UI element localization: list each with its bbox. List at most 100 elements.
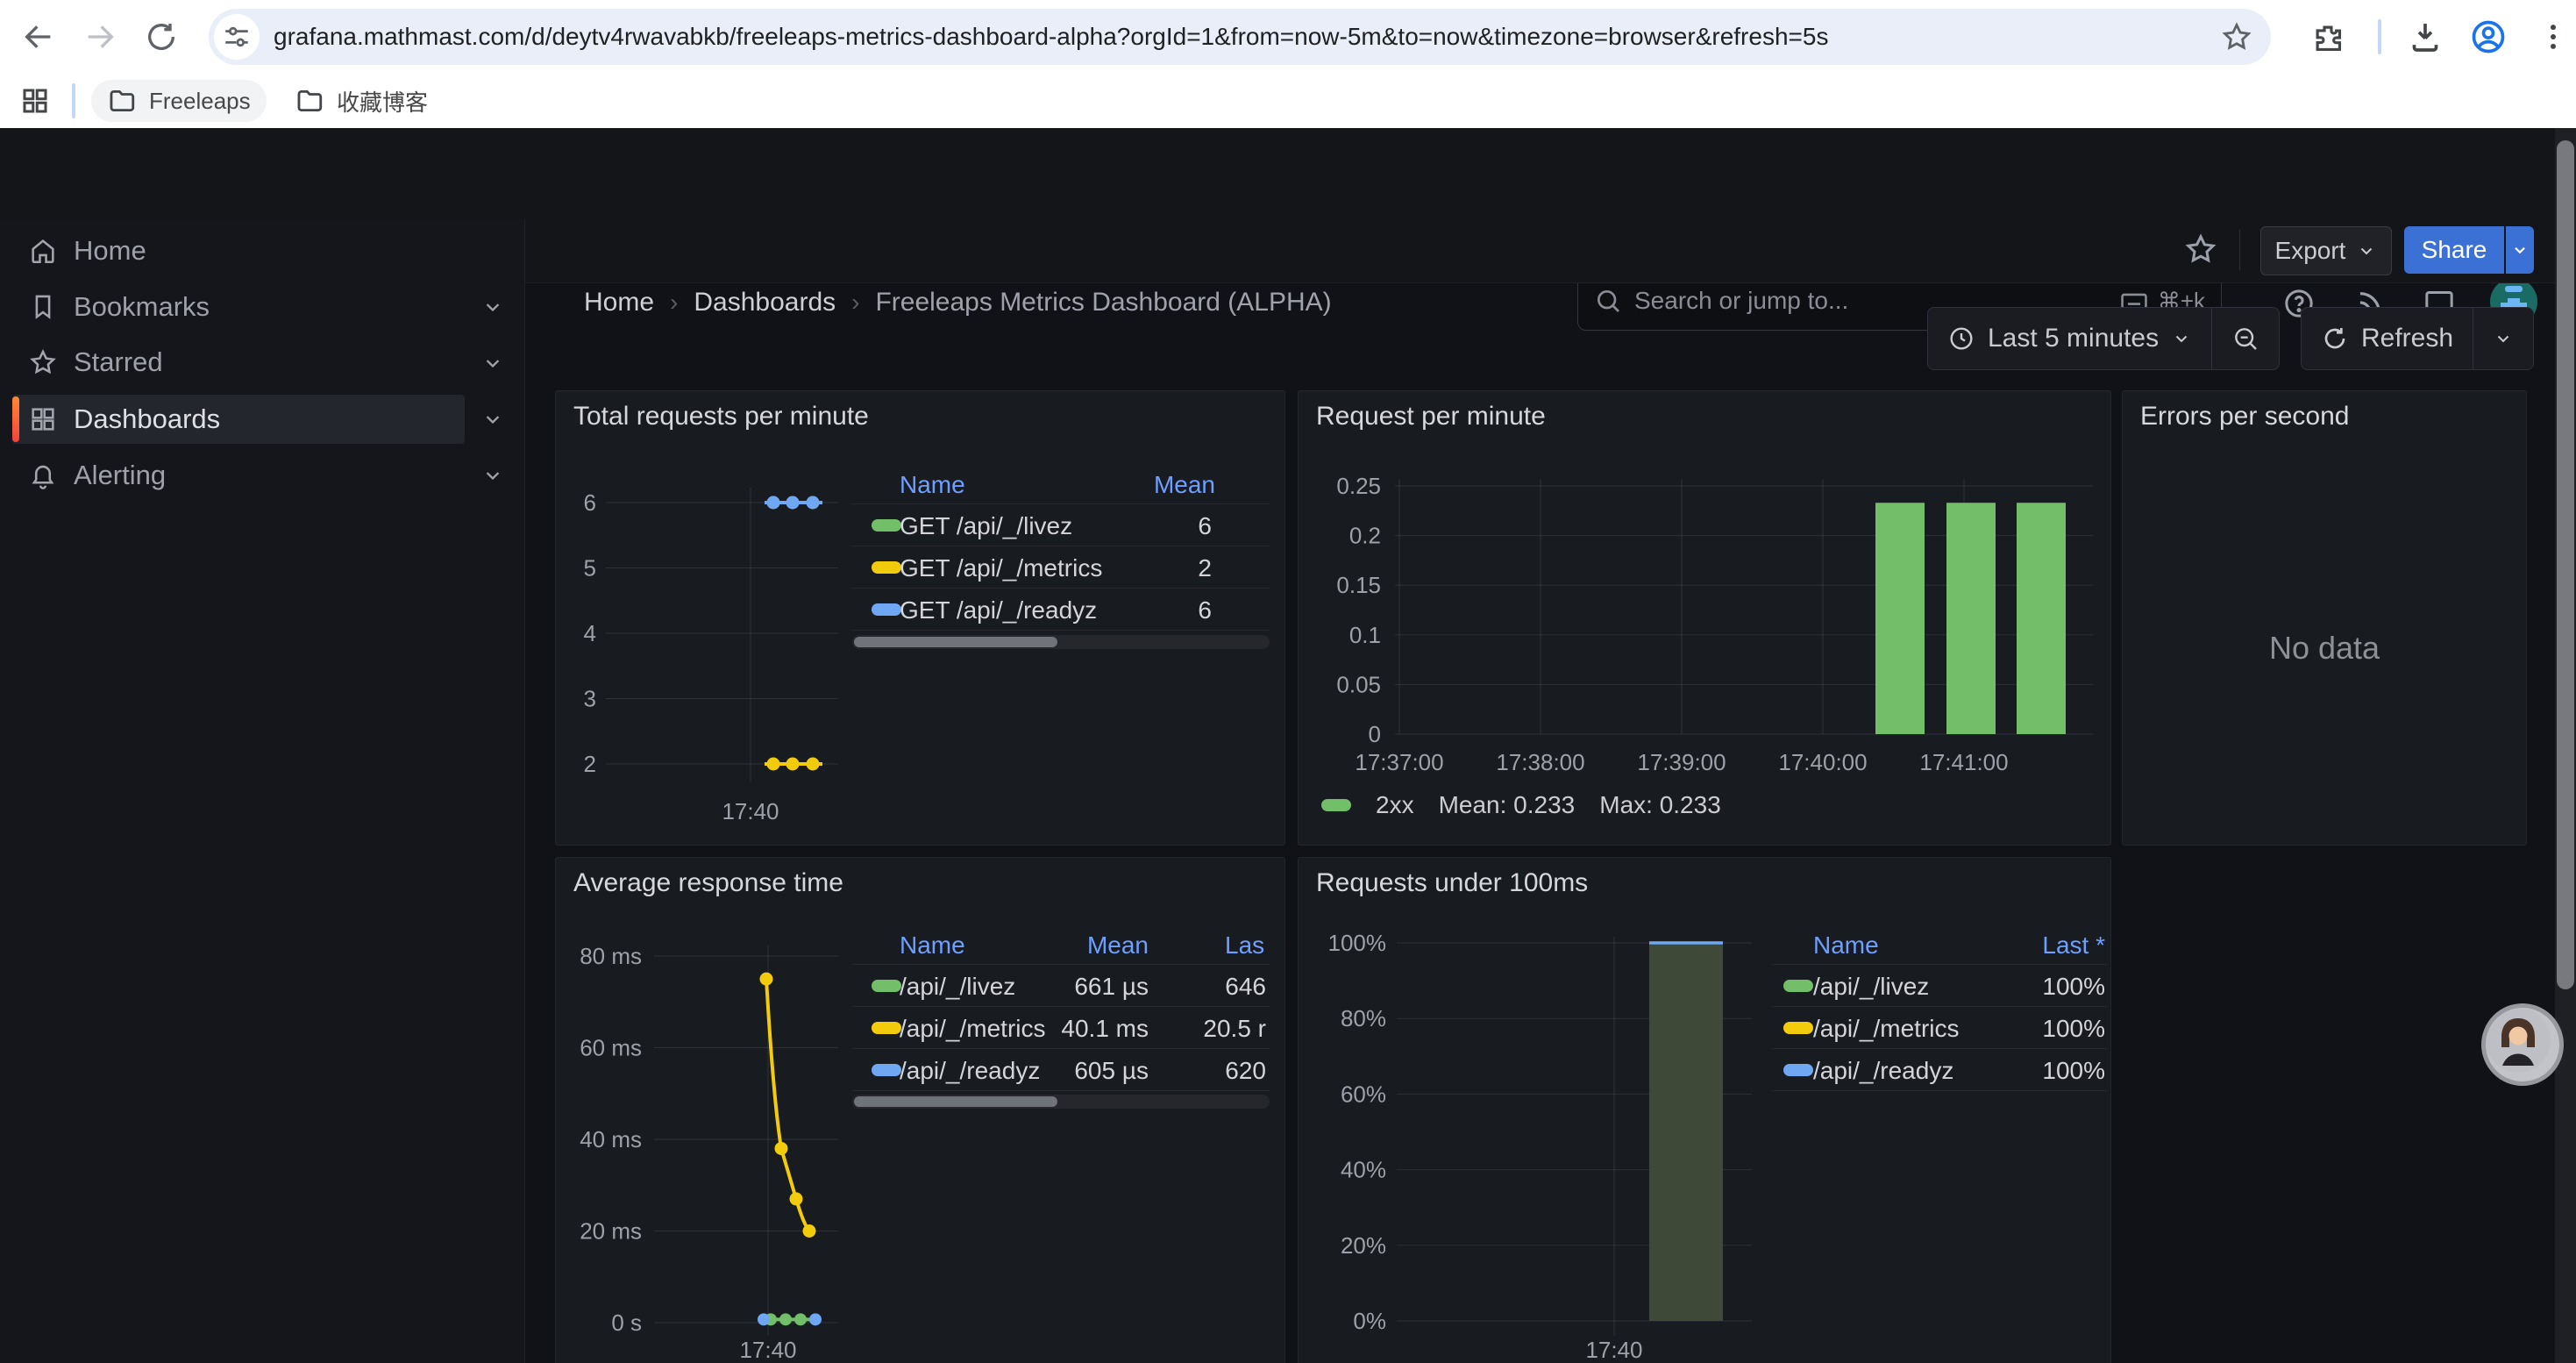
sidebar-item-home[interactable]: Home (12, 226, 465, 275)
refresh-interval-button[interactable] (2473, 308, 2533, 369)
series-color-pill (872, 1022, 901, 1034)
series-max: Max: 0.233 (1599, 791, 1721, 819)
legend-row[interactable]: /api/_/metrics40.1 ms20.5 r (852, 1006, 1270, 1048)
downloads-icon[interactable] (2408, 19, 2443, 54)
chevron-down-icon[interactable] (480, 407, 505, 432)
legend-header[interactable]: Name (900, 471, 965, 499)
breadcrumb-separator: › (670, 289, 678, 317)
svg-text:0.15: 0.15 (1336, 572, 1381, 598)
back-icon[interactable] (21, 19, 56, 54)
refresh-button[interactable]: Refresh (2302, 308, 2473, 369)
sidebar-item-label: Alerting (74, 460, 166, 491)
breadcrumb-current[interactable]: Freeleaps Metrics Dashboard (ALPHA) (875, 288, 1331, 318)
legend-row[interactable]: GET /api/_/metrics2 (852, 546, 1270, 588)
toolbar-divider (2239, 230, 2240, 270)
svg-text:17:40: 17:40 (722, 798, 779, 824)
sidebar-item-starred[interactable]: Starred (12, 338, 465, 387)
sidebar-item-dashboards[interactable]: Dashboards (12, 395, 465, 444)
time-range-picker[interactable]: Last 5 minutes (1928, 308, 2211, 369)
legend-row[interactable]: /api/_/livez100% (1772, 964, 2107, 1006)
chevron-down-icon[interactable] (480, 351, 505, 375)
panel-errors-per-second: Errors per second No data (2122, 390, 2527, 846)
legend-header[interactable]: Mean (1154, 471, 1215, 499)
profile-icon[interactable] (2469, 18, 2508, 56)
chevron-down-icon (2171, 328, 2192, 349)
reload-icon[interactable] (144, 19, 179, 54)
series-name[interactable]: /api/_/metrics (1813, 1015, 1960, 1043)
request-per-minute-legend[interactable]: 2xx Mean: 0.233 Max: 0.233 (1321, 791, 1721, 819)
series-name[interactable]: /api/_/livez (1813, 973, 1929, 1001)
extensions-icon[interactable] (2311, 21, 2345, 54)
share-menu-button[interactable] (2506, 226, 2534, 274)
assistant-avatar[interactable] (2481, 1003, 2564, 1086)
sidebar-item-alerting[interactable]: Alerting (12, 451, 465, 500)
series-name[interactable]: /api/_/readyz (1813, 1057, 1953, 1085)
sidebar-item-bookmarks[interactable]: Bookmarks (12, 282, 465, 332)
forward-icon[interactable] (82, 19, 117, 54)
chevron-down-icon[interactable] (480, 295, 505, 319)
series-value: 646 (1225, 973, 1266, 1001)
grafana-header: Grafana Home › Dashboards › Freeleaps Me… (0, 128, 2576, 220)
series-color-pill (872, 1064, 901, 1076)
svg-text:0.05: 0.05 (1336, 671, 1381, 697)
series-name[interactable]: GET /api/_/metrics (900, 554, 1102, 582)
browser-toolbar: grafana.mathmast.com/d/deytv4rwavabkb/fr… (0, 0, 2576, 74)
zoom-out-icon (2231, 325, 2259, 353)
legend-scrollbar[interactable] (852, 1095, 1270, 1109)
bookmark-folder-blogs[interactable]: 收藏博客 (279, 80, 444, 122)
breadcrumb-home[interactable]: Home (584, 288, 654, 318)
address-bar[interactable]: grafana.mathmast.com/d/deytv4rwavabkb/fr… (209, 9, 2271, 65)
clock-icon (1947, 325, 1975, 353)
legend-header[interactable]: Name (1813, 931, 1879, 960)
page-scrollbar[interactable] (2555, 128, 2576, 1363)
series-name[interactable]: GET /api/_/readyz (900, 596, 1097, 624)
series-name[interactable]: /api/_/readyz (900, 1057, 1040, 1085)
dashboards-icon (12, 404, 74, 434)
legend-row[interactable]: /api/_/readyz605 µs620 (852, 1048, 1270, 1090)
site-settings-icon[interactable] (214, 14, 260, 60)
chevron-down-icon (2356, 240, 2377, 261)
apps-grid-icon[interactable] (19, 85, 51, 117)
svg-text:0.1: 0.1 (1349, 622, 1381, 648)
panel-title[interactable]: Errors per second (2140, 402, 2349, 432)
chevron-down-icon (2493, 328, 2514, 349)
series-color-pill (1783, 980, 1813, 992)
share-button[interactable]: Share (2404, 226, 2504, 274)
legend-row[interactable]: /api/_/livez661 µs646 (852, 964, 1270, 1006)
legend-header[interactable]: Las (1225, 931, 1264, 960)
legend-scrollbar[interactable] (852, 635, 1270, 649)
search-icon (1594, 287, 1622, 315)
svg-text:60%: 60% (1341, 1081, 1386, 1107)
series-value: 6 (1198, 512, 1212, 540)
legend-header[interactable]: Mean (1087, 931, 1149, 960)
breadcrumb-dashboards[interactable]: Dashboards (694, 288, 836, 318)
export-button[interactable]: Export (2260, 226, 2392, 275)
no-data-message: No data (2123, 630, 2526, 667)
bookmark-star-icon[interactable] (2220, 20, 2253, 54)
favorite-star-icon[interactable] (2183, 232, 2218, 267)
series-name[interactable]: /api/_/livez (900, 973, 1015, 1001)
series-name[interactable]: /api/_/metrics (900, 1015, 1046, 1043)
bookmark-label: 收藏博客 (337, 85, 428, 118)
series-mean: Mean: 0.233 (1439, 791, 1576, 819)
legend-row[interactable]: GET /api/_/readyz6 (852, 588, 1270, 630)
refresh-controls: Refresh (2301, 307, 2534, 370)
scrollbar-thumb[interactable] (2557, 140, 2574, 989)
legend-row[interactable]: /api/_/metrics100% (1772, 1006, 2107, 1048)
legend-row[interactable]: /api/_/readyz100% (1772, 1048, 2107, 1090)
series-color-pill (1783, 1064, 1813, 1076)
bookmark-label: Freeleaps (149, 88, 251, 115)
breadcrumb: Home › Dashboards › Freeleaps Metrics Da… (584, 288, 1332, 318)
zoom-out-button[interactable] (2212, 308, 2279, 369)
series-name[interactable]: GET /api/_/livez (900, 512, 1072, 540)
svg-text:17:37:00: 17:37:00 (1355, 749, 1443, 775)
legend-header[interactable]: Last * (2042, 931, 2105, 960)
browser-menu-icon[interactable] (2536, 19, 2571, 54)
svg-text:17:41:00: 17:41:00 (1919, 749, 2008, 775)
svg-text:5: 5 (584, 555, 596, 582)
legend-header[interactable]: Name (900, 931, 965, 960)
legend-row[interactable]: GET /api/_/livez 6 (852, 503, 1270, 546)
url-text[interactable]: grafana.mathmast.com/d/deytv4rwavabkb/fr… (274, 23, 2220, 51)
bookmark-folder-freeleaps[interactable]: Freeleaps (91, 80, 267, 122)
chevron-down-icon[interactable] (480, 463, 505, 488)
